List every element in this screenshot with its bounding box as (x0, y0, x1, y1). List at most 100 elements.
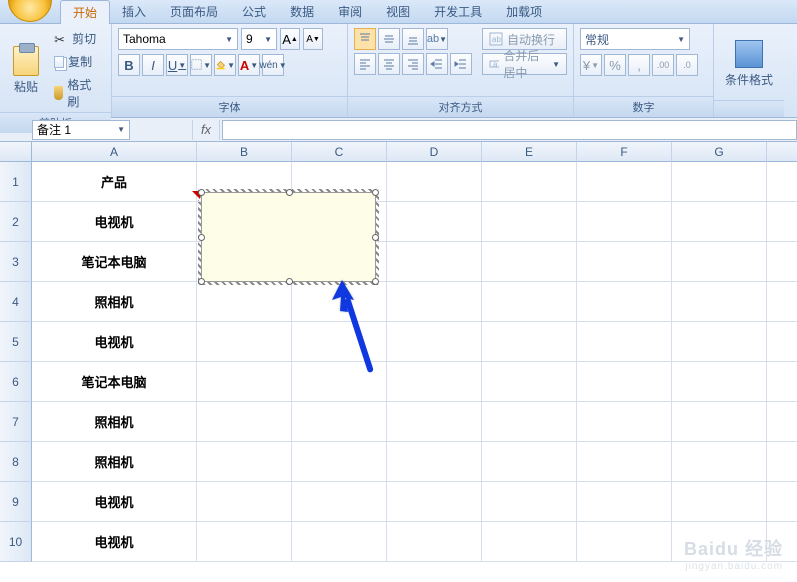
formula-input[interactable] (222, 120, 797, 140)
resize-handle[interactable] (286, 189, 293, 196)
col-header-C[interactable]: C (292, 142, 387, 162)
cell[interactable] (577, 362, 672, 402)
increase-decimal-button[interactable]: .00 (652, 54, 674, 76)
underline-button[interactable]: U▼ (166, 54, 188, 76)
cell[interactable] (387, 442, 482, 482)
resize-handle[interactable] (198, 278, 205, 285)
cell[interactable] (292, 482, 387, 522)
cell[interactable]: 照相机 (32, 442, 197, 482)
align-top-button[interactable] (354, 28, 376, 50)
cell[interactable] (292, 402, 387, 442)
italic-button[interactable]: I (142, 54, 164, 76)
col-header-H[interactable]: H (767, 142, 797, 162)
tab-formulas[interactable]: 公式 (230, 0, 278, 23)
cell[interactable] (197, 442, 292, 482)
cell[interactable]: 笔记本电脑 (32, 362, 197, 402)
cell[interactable] (387, 482, 482, 522)
merge-center-button[interactable]: a合并后居中▼ (482, 53, 567, 75)
cut-button[interactable]: ✂剪切 (50, 28, 105, 49)
tab-view[interactable]: 视图 (374, 0, 422, 23)
decrease-decimal-button[interactable]: .0 (676, 54, 698, 76)
resize-handle[interactable] (372, 189, 379, 196)
cell[interactable] (197, 402, 292, 442)
cell[interactable]: 产品 (32, 162, 197, 202)
col-header-E[interactable]: E (482, 142, 577, 162)
row-header[interactable]: 2 (0, 202, 32, 242)
align-center-button[interactable] (378, 53, 400, 75)
cell[interactable] (577, 242, 672, 282)
row-header[interactable]: 5 (0, 322, 32, 362)
cell[interactable] (197, 322, 292, 362)
number-format-combo[interactable]: 常规▼ (580, 28, 690, 50)
cell[interactable] (197, 522, 292, 562)
cell[interactable] (577, 202, 672, 242)
cell[interactable] (197, 282, 292, 322)
cell[interactable]: 笔记本电脑 (32, 242, 197, 282)
font-size-combo[interactable]: 9▼ (241, 28, 277, 50)
col-header-G[interactable]: G (672, 142, 767, 162)
cell[interactable] (672, 402, 767, 442)
cell[interactable] (292, 442, 387, 482)
align-bottom-button[interactable] (402, 28, 424, 50)
cell[interactable] (672, 442, 767, 482)
cell[interactable] (672, 162, 767, 202)
cell[interactable]: 电视机 (32, 202, 197, 242)
cell-comment[interactable] (201, 192, 376, 282)
col-header-A[interactable]: A (32, 142, 197, 162)
cell[interactable] (482, 402, 577, 442)
cell[interactable] (482, 522, 577, 562)
format-painter-button[interactable]: 格式刷 (50, 74, 105, 112)
cell[interactable] (767, 282, 797, 322)
align-middle-button[interactable] (378, 28, 400, 50)
tab-data[interactable]: 数据 (278, 0, 326, 23)
cell[interactable] (767, 442, 797, 482)
cell[interactable] (387, 282, 482, 322)
col-header-D[interactable]: D (387, 142, 482, 162)
resize-handle[interactable] (198, 234, 205, 241)
cell[interactable]: 电视机 (32, 482, 197, 522)
cell[interactable]: 照相机 (32, 282, 197, 322)
col-header-F[interactable]: F (577, 142, 672, 162)
cell[interactable] (577, 322, 672, 362)
comma-button[interactable]: , (628, 54, 650, 76)
cell[interactable] (672, 282, 767, 322)
align-left-button[interactable] (354, 53, 376, 75)
cell[interactable] (767, 202, 797, 242)
cell[interactable] (482, 442, 577, 482)
cell[interactable] (482, 322, 577, 362)
decrease-indent-button[interactable] (426, 53, 448, 75)
cell[interactable]: 电视机 (32, 522, 197, 562)
cell[interactable] (197, 362, 292, 402)
cell[interactable] (387, 162, 482, 202)
cell[interactable] (672, 482, 767, 522)
cell[interactable] (387, 202, 482, 242)
tab-insert[interactable]: 插入 (110, 0, 158, 23)
increase-indent-button[interactable] (450, 53, 472, 75)
font-name-combo[interactable]: Tahoma▼ (118, 28, 238, 50)
currency-button[interactable]: ¥▼ (580, 54, 602, 76)
row-header[interactable]: 3 (0, 242, 32, 282)
fx-button[interactable]: fx (192, 120, 220, 140)
conditional-format-button[interactable]: 条件格式 (723, 28, 775, 100)
cell[interactable] (577, 162, 672, 202)
resize-handle[interactable] (372, 234, 379, 241)
font-color-button[interactable]: A▼ (238, 54, 260, 76)
cell[interactable]: 电视机 (32, 322, 197, 362)
tab-developer[interactable]: 开发工具 (422, 0, 494, 23)
resize-handle[interactable] (198, 189, 205, 196)
cell[interactable] (672, 322, 767, 362)
cell[interactable] (577, 402, 672, 442)
percent-button[interactable]: % (604, 54, 626, 76)
col-header-B[interactable]: B (197, 142, 292, 162)
cell[interactable] (387, 362, 482, 402)
grow-font-button[interactable]: A▲ (280, 28, 300, 50)
paste-button[interactable]: 粘贴 (6, 28, 46, 112)
office-button[interactable] (8, 0, 52, 22)
cell[interactable] (577, 442, 672, 482)
select-all-corner[interactable] (0, 142, 32, 162)
copy-button[interactable]: 复制 (50, 51, 105, 72)
tab-page-layout[interactable]: 页面布局 (158, 0, 230, 23)
row-header[interactable]: 8 (0, 442, 32, 482)
row-header[interactable]: 7 (0, 402, 32, 442)
row-header[interactable]: 1 (0, 162, 32, 202)
